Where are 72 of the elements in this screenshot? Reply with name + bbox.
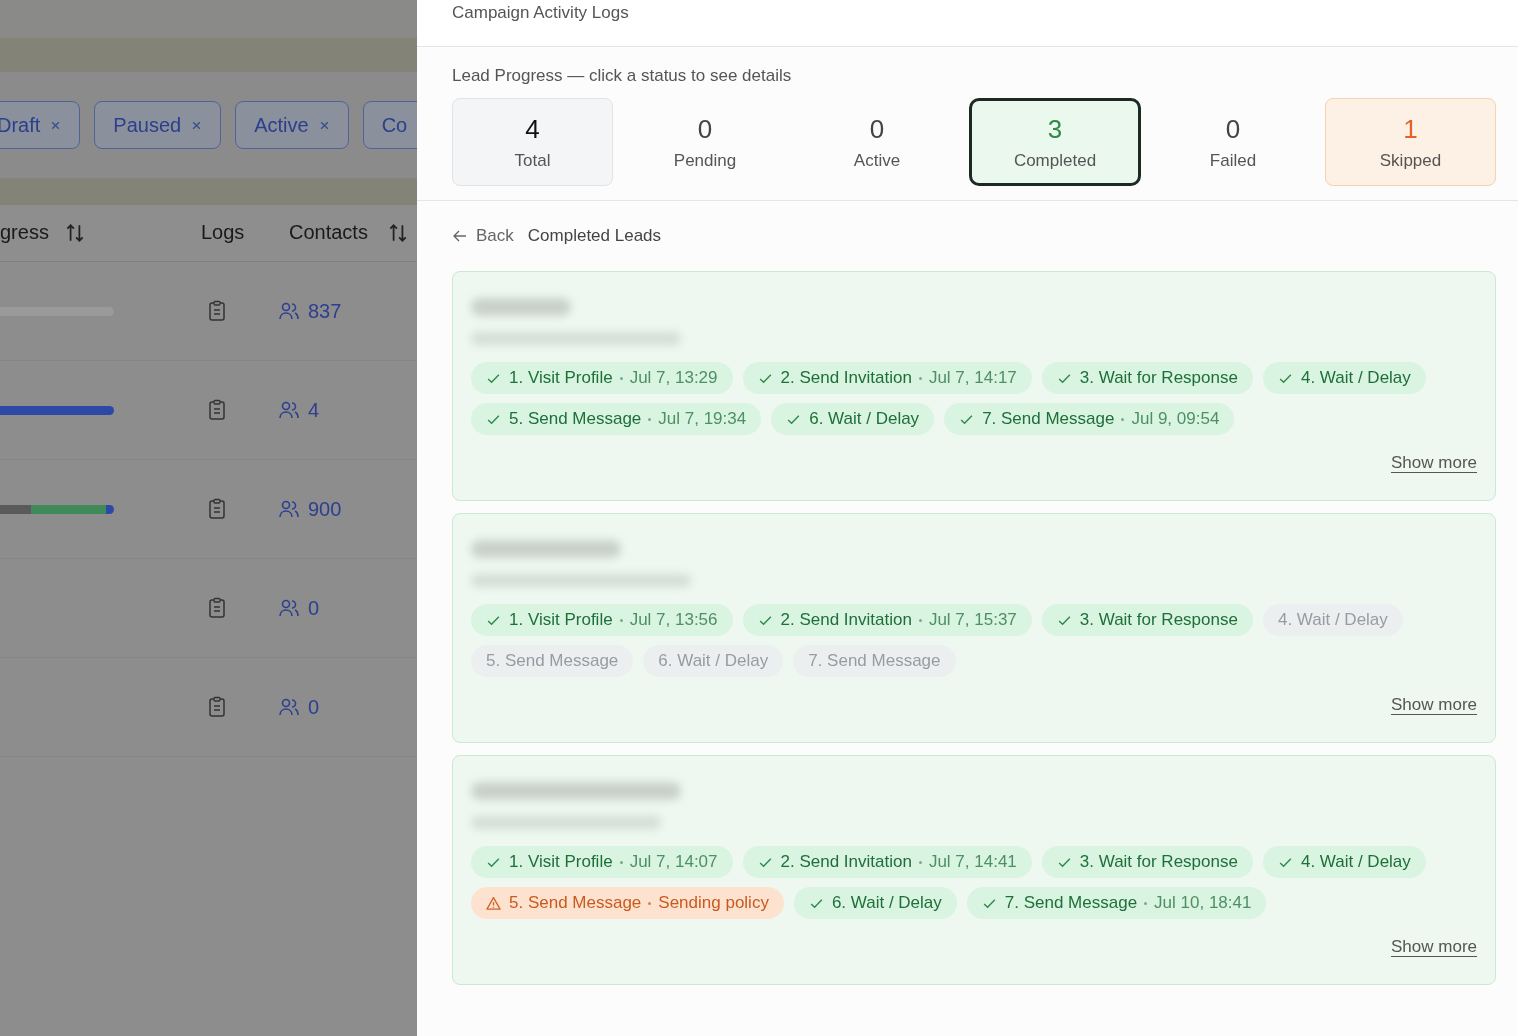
status-tile[interactable]: 0 Active (797, 98, 957, 186)
separator-dot (1144, 901, 1148, 905)
status-tile[interactable]: 1 Skipped (1325, 98, 1496, 186)
sort-icon[interactable] (64, 222, 86, 244)
filter-chip[interactable]: Active (235, 101, 349, 149)
step-chip: 3. Wait for Response (1041, 604, 1253, 636)
step-chip: 4. Wait / Delay (1262, 604, 1403, 636)
status-tile[interactable]: 3 Completed (969, 98, 1141, 186)
users-icon (278, 400, 300, 420)
filter-chip[interactable]: Co (362, 101, 417, 149)
step-chip: 1. Visit Profile Jul 7, 13:56 (471, 604, 733, 636)
status-tile[interactable]: 4 Total (452, 98, 613, 186)
separator-dot (619, 860, 623, 864)
contact-count[interactable]: 0 (308, 596, 320, 620)
step-chip: 1. Visit Profile Jul 7, 13:29 (471, 362, 733, 394)
users-icon (278, 499, 300, 519)
users-icon (278, 598, 300, 618)
contact-count[interactable]: 900 (308, 497, 342, 521)
filter-chip[interactable]: Paused (94, 101, 222, 149)
clipboard-icon[interactable] (207, 300, 227, 322)
separator-dot (648, 901, 652, 905)
separator-dot (648, 417, 652, 421)
clipboard-icon[interactable] (207, 597, 227, 619)
clipboard-icon[interactable] (207, 696, 227, 718)
section-label: Lead Progress — click a status to see details (452, 66, 793, 86)
separator-dot (619, 618, 623, 622)
step-chip: 5. Send Message Sending policy (471, 887, 784, 919)
step-chip: 6. Wait / Delay (793, 887, 957, 919)
close-icon[interactable] (50, 119, 62, 131)
step-chip: 4. Wait / Delay (1262, 846, 1426, 878)
step-chip: 6. Wait / Delay (771, 403, 935, 435)
step-chip: 5. Send Message Jul 7, 19:34 (471, 403, 762, 435)
column-header[interactable]: gress (0, 221, 49, 244)
step-chip: 7. Send Message Jul 9, 09:54 (944, 403, 1235, 435)
column-header[interactable]: Contacts (289, 221, 368, 244)
section-title: Completed Leads (527, 226, 662, 246)
step-chip: 5. Send Message (471, 645, 634, 677)
users-icon (278, 301, 300, 321)
arrow-left-icon (452, 228, 468, 244)
step-chip: 1. Visit Profile Jul 7, 14:07 (471, 846, 733, 878)
separator-dot (918, 376, 922, 380)
step-chip: 7. Send Message (793, 645, 956, 677)
contact-count[interactable]: 837 (308, 299, 342, 323)
step-chip: 7. Send Message Jul 10, 18:41 (966, 887, 1267, 919)
step-chip: 4. Wait / Delay (1262, 362, 1426, 394)
status-tile[interactable]: 0 Failed (1153, 98, 1313, 186)
step-chip: 3. Wait for Response (1041, 362, 1253, 394)
step-chip: 3. Wait for Response (1041, 846, 1253, 878)
separator-dot (619, 376, 623, 380)
sort-icon[interactable] (387, 222, 409, 244)
clipboard-icon[interactable] (207, 498, 227, 520)
separator-dot (918, 618, 922, 622)
users-icon (278, 697, 300, 717)
contact-count[interactable]: 4 (308, 398, 320, 422)
separator-dot (918, 860, 922, 864)
step-chip: 6. Wait / Delay (643, 645, 784, 677)
step-chip: 2. Send Invitation Jul 7, 14:41 (742, 846, 1032, 878)
status-tile[interactable]: 0 Pending (625, 98, 785, 186)
step-chip: 2. Send Invitation Jul 7, 15:37 (742, 604, 1032, 636)
warning-icon (486, 895, 501, 911)
show-more-link[interactable]: Show more (1391, 453, 1477, 473)
separator-dot (1121, 417, 1125, 421)
close-icon[interactable] (318, 119, 330, 131)
back-button[interactable]: Back (452, 226, 514, 246)
column-header[interactable]: Logs (201, 221, 245, 244)
show-more-link[interactable]: Show more (1391, 937, 1477, 957)
close-icon[interactable] (191, 119, 203, 131)
clipboard-icon[interactable] (207, 399, 227, 421)
show-more-link[interactable]: Show more (1391, 695, 1477, 715)
panel-title: Campaign Activity Logs (452, 3, 629, 22)
step-chip: 2. Send Invitation Jul 7, 14:17 (742, 362, 1032, 394)
contact-count[interactable]: 0 (308, 695, 320, 719)
